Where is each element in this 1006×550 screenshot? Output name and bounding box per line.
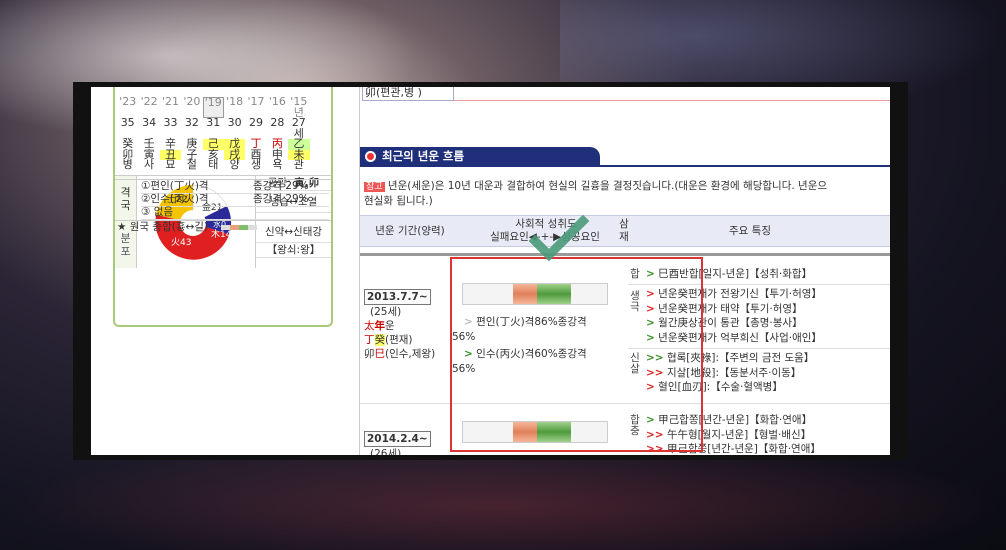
gyeok-table: 격 국 ①편인(丁火)격 종강격 29% ②인수(丙火)격 종강격 29% ③ … (115, 179, 331, 233)
description-text: 현실화 됩니다.) (364, 195, 433, 207)
ganji-char: 年 (374, 320, 386, 332)
side-char: 국 (120, 199, 131, 212)
stage-cell: 생 (250, 158, 262, 171)
ganji-char: 卯 (364, 348, 375, 360)
description: 참고 년운(세운)은 10년 대운과 결합하여 현실의 길흉을 결정짓습니다.(… (364, 179, 890, 208)
year-cell: '23 (119, 95, 137, 108)
ganji-text: 운 (385, 320, 395, 332)
stage-cell: 태 (208, 158, 219, 171)
year-cell: '20 (183, 95, 201, 108)
gyeok-value: 종강격 29% (253, 193, 309, 205)
ganji-char: 太 (364, 320, 375, 332)
reference-badge: 참고 (364, 182, 385, 192)
checkmark-icon (529, 215, 589, 262)
header-divider (360, 253, 890, 256)
gyeok-row: ②인수(丙火)격 종강격 29% (141, 193, 329, 207)
year-cell: '15년 (290, 95, 308, 119)
gyeok-name: ③ 없음 (141, 206, 174, 218)
year-cell: '21 (161, 95, 179, 108)
period-line: 丁癸(편재) (364, 333, 435, 347)
ganji-char: 癸 (374, 334, 385, 346)
age-cell: 27세 (291, 116, 306, 140)
header-samjae-bottom: 재 (619, 231, 629, 243)
stage-cell: 욕 (272, 158, 283, 171)
period-age: (25세) (370, 306, 402, 318)
previous-cell: 卯(편관,병 ) (362, 87, 454, 101)
stage-cell: 사 (144, 158, 155, 171)
age-cell: 28 (270, 116, 285, 129)
divider (454, 100, 890, 101)
gyeok-side-label: 격 국 (115, 180, 137, 220)
year-cell: '17 (247, 95, 265, 108)
stage-cell: 절 (186, 158, 197, 171)
header-period: 년운 기간(양력) (375, 225, 445, 237)
ganji-text: (편재) (385, 334, 413, 346)
age-cell: 29 (249, 116, 264, 129)
section-title-text: 최근의 년운 흐름 (382, 149, 465, 163)
age-cell: 32 (184, 116, 199, 129)
year-cell: '16 (268, 95, 286, 108)
ganji-char: 巳 (374, 348, 386, 360)
stage-cell: 관 (293, 158, 304, 171)
bullet-icon (365, 151, 376, 162)
yearly-ganji-grid: '23 '22 '21 '20 '19 '18 '17 '16 '15년 35 … (117, 95, 331, 171)
ganji-char: 丁 (364, 334, 375, 346)
period-line: 卯巳(인수,제왕) (364, 347, 435, 361)
age-cell: 30 (227, 116, 242, 129)
total-label: ★ 원국 종합(흉↔길) (117, 221, 209, 233)
total-bar (221, 224, 258, 230)
period-age: (26세) (370, 448, 402, 455)
gyeok-row: ③ 없음 (141, 206, 329, 220)
element-distribution: 오 행 분 포 土22 金21 水0 木14 (115, 175, 331, 268)
table-header: 년운 기간(양력) 사회적 성취도 실패요인◀-+-▶성공요인 삼 재 주요 특… (360, 215, 890, 247)
gyeok-name: ①편인(丁火)격 (141, 180, 209, 192)
stage-cell: 묘 (165, 158, 176, 171)
saju-summary-panel: '23 '22 '21 '20 '19 '18 '17 '16 '15년 35 … (113, 87, 333, 327)
wangsoe: 【왕쇠:왕】 (256, 243, 331, 258)
age-cell: 35 (120, 116, 135, 129)
ganji-text: (인수,제왕) (385, 348, 436, 360)
age-cell: 34 (142, 116, 157, 129)
period-2013: 2013.7.7~ (25세) 太年운 丁癸(편재) 卯巳(인수,제왕) (364, 289, 435, 361)
period-line: 太年운 (364, 319, 435, 333)
wonguk-total: ★ 원국 종합(흉↔길) (115, 220, 331, 234)
gyeok-value (253, 206, 329, 219)
ages-row: 35 34 33 32 31 30 29 28 27세 (117, 116, 331, 140)
header-features: 주요 특징 (729, 225, 771, 237)
section-underline (360, 165, 890, 167)
header-samjae-top: 삼 (619, 218, 629, 230)
year-cell: '18 (226, 95, 244, 108)
stages-row: 병 사 묘 절 태 양 생 욕 관 (117, 158, 331, 171)
side-char: 격 (120, 186, 131, 199)
age-cell: 33 (163, 116, 178, 129)
pie-label-fire: 火43 (171, 237, 191, 248)
stage-cell: 병 (122, 158, 133, 171)
side-char: 포 (120, 245, 131, 258)
section-title: 최근의 년운 흐름 (360, 147, 600, 165)
highlight-box (450, 257, 703, 452)
gyeok-value: 종강격 29% (253, 180, 309, 192)
year-cell-selected[interactable]: '19 (202, 97, 224, 118)
gyeok-row: ①편인(丁火)격 종강격 29% (141, 180, 329, 194)
year-cell: '22 (140, 95, 158, 108)
period-date[interactable]: 2014.2.4~ (364, 431, 431, 447)
period-2014: 2014.2.4~ (26세) (364, 431, 431, 455)
gyeok-name: ②인수(丙火)격 (141, 193, 209, 205)
period-date[interactable]: 2013.7.7~ (364, 289, 431, 305)
stage-cell: 양 (229, 158, 240, 171)
description-line: 참고 년운(세운)은 10년 대운과 결합하여 현실의 길흉을 결정짓습니다.(… (364, 179, 890, 194)
years-row: '23 '22 '21 '20 '19 '18 '17 '16 '15년 (117, 95, 331, 119)
age-cell: 31 (206, 116, 221, 129)
description-text: 년운(세운)은 10년 대운과 결합하여 현실의 길흉을 결정짓습니다.(대운은… (387, 180, 828, 192)
screenshot-content: '23 '22 '21 '20 '19 '18 '17 '16 '15년 35 … (91, 87, 890, 455)
